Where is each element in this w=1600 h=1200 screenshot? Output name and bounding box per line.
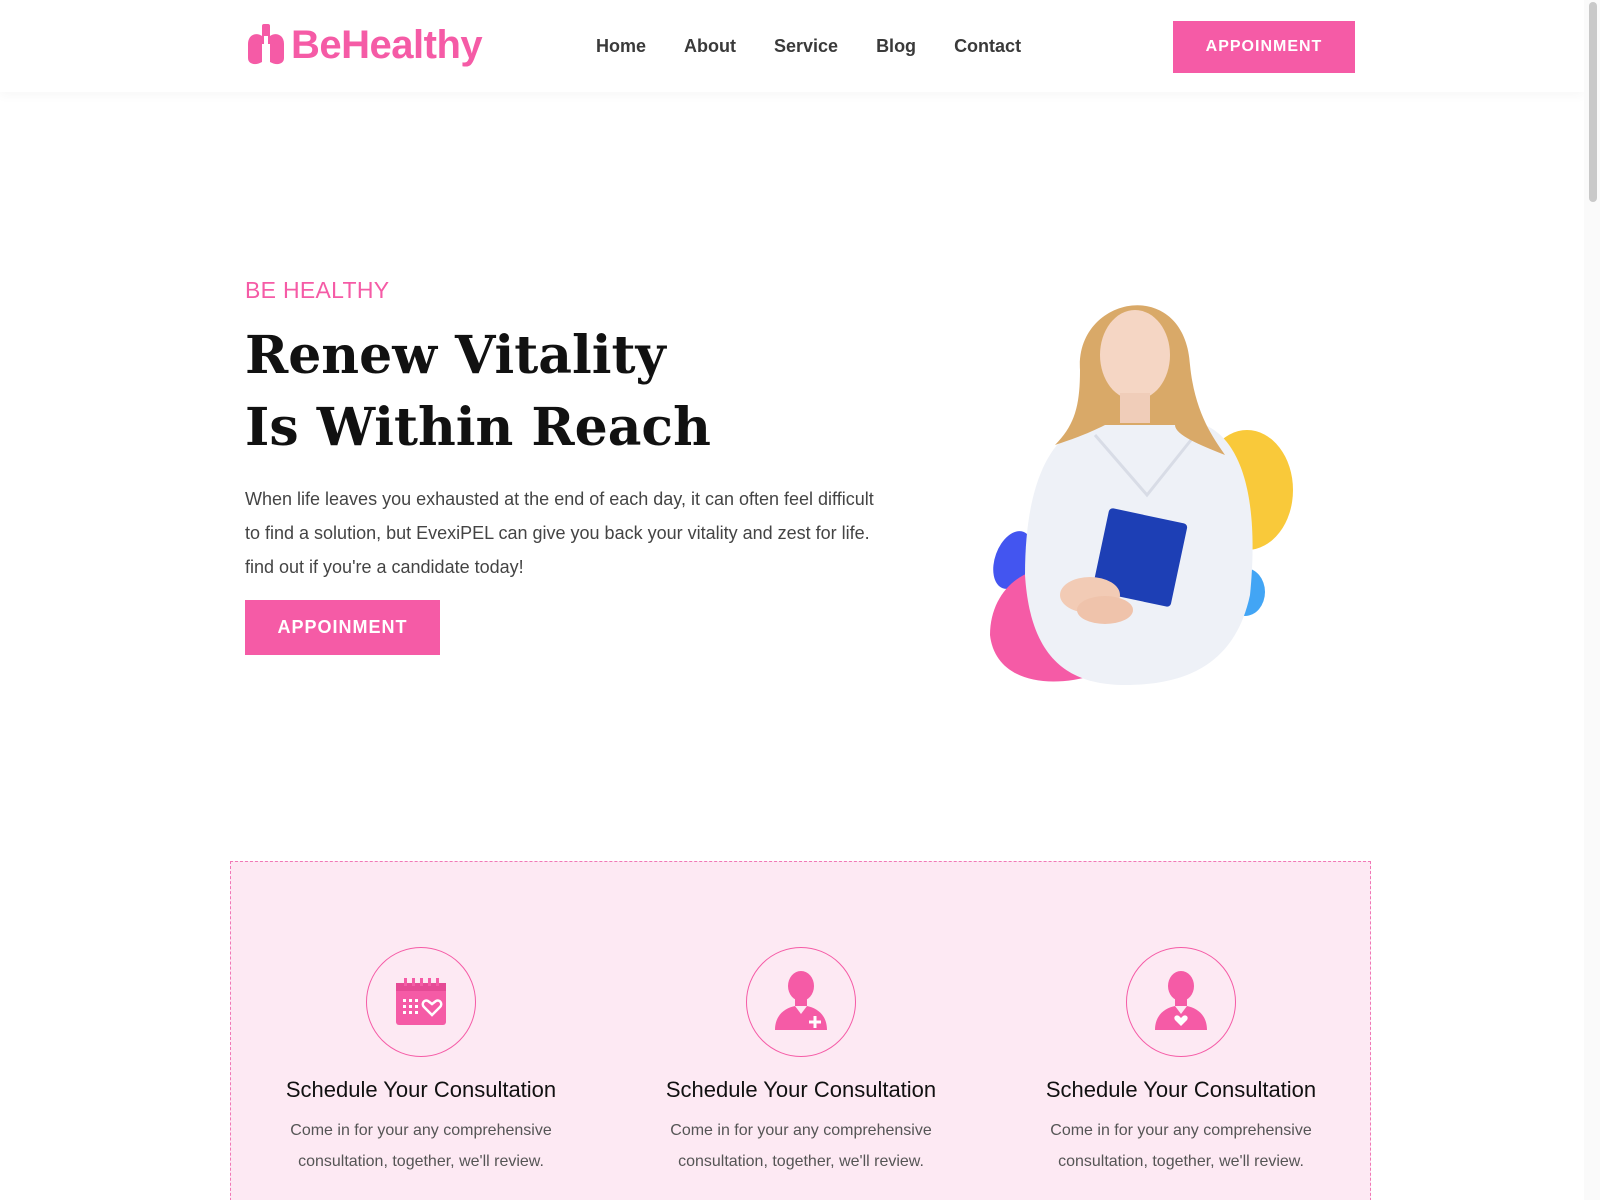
- feature-text: Come in for your any comprehensive consu…: [670, 1122, 932, 1170]
- features-section: Schedule Your Consultation Come in for y…: [230, 861, 1371, 1200]
- face: [1100, 310, 1170, 400]
- feature-card: Schedule Your Consultation Come in for y…: [611, 947, 991, 1177]
- hero-title: Renew Vitality Is Within Reach: [245, 320, 711, 464]
- feature-title: Schedule Your Consultation: [285, 1077, 557, 1102]
- hero-eyebrow: BE HEALTHY: [245, 277, 390, 303]
- feature-title: Schedule Your Consultation: [1045, 1077, 1317, 1102]
- feature-text: Come in for your any comprehensive consu…: [290, 1122, 552, 1170]
- calendar-heart-icon: [396, 978, 446, 1025]
- doctor-heart-icon: [1155, 971, 1207, 1030]
- feature-icon-circle: [746, 947, 856, 1057]
- page-scrollbar[interactable]: [1584, 0, 1600, 1200]
- scrollbar-thumb[interactable]: [1589, 2, 1597, 202]
- nav-about[interactable]: About: [684, 36, 736, 57]
- nav-blog[interactable]: Blog: [876, 36, 916, 57]
- hero-appointment-button[interactable]: APPOINMENT: [245, 600, 440, 655]
- nav-service[interactable]: Service: [774, 36, 838, 57]
- lungs-icon: [248, 24, 284, 65]
- doctor-plus-icon: [775, 971, 827, 1030]
- logo-text: BeHealthy: [291, 22, 483, 67]
- feature-icon-circle: [1126, 947, 1236, 1057]
- feature-card: Schedule Your Consultation Come in for y…: [991, 947, 1371, 1177]
- header-appointment-button[interactable]: APPOINMENT: [1173, 21, 1355, 73]
- hero-description: When life leaves you exhausted at the en…: [245, 489, 874, 577]
- hero-doctor-illustration: [990, 305, 1293, 685]
- feature-icon-circle: [366, 947, 476, 1057]
- hero-title-line-1: Renew Vitality: [245, 325, 666, 386]
- logo[interactable]: BeHealthy: [245, 22, 483, 68]
- feature-title: Schedule Your Consultation: [665, 1077, 937, 1102]
- main-nav: Home About Service Blog Contact: [596, 36, 1059, 57]
- feature-card: Schedule Your Consultation Come in for y…: [231, 947, 611, 1177]
- site-header: BeHealthy Home About Service Blog Contac…: [0, 0, 1584, 92]
- feature-text: Come in for your any comprehensive consu…: [1050, 1122, 1312, 1170]
- nav-contact[interactable]: Contact: [954, 36, 1021, 57]
- hero-title-line-2: Is Within Reach: [245, 397, 711, 458]
- nav-home[interactable]: Home: [596, 36, 646, 57]
